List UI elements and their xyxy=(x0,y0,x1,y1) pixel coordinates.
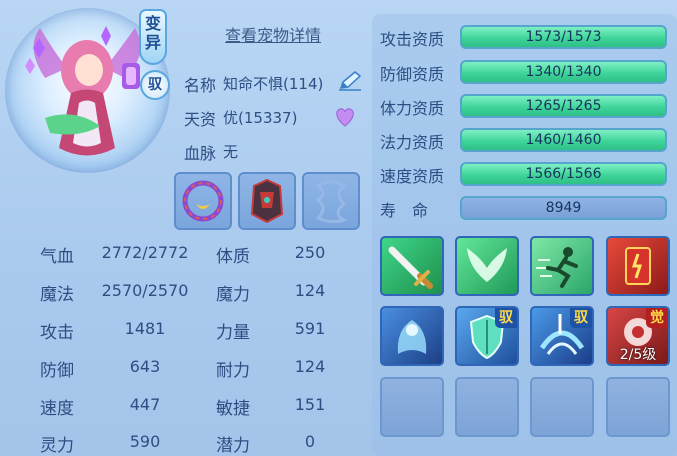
stat-attack-label: 攻击 xyxy=(40,323,74,343)
skill-slot-empty[interactable] xyxy=(530,377,594,437)
view-pet-details-link[interactable]: 查看宠物详情 xyxy=(225,22,321,46)
empty-slot-icon xyxy=(315,180,349,224)
magic-aptitude-label: 法力资质 xyxy=(380,133,445,152)
armor-icon xyxy=(250,178,284,224)
lifespan-label: 寿 命 xyxy=(380,201,429,220)
equip-slot-collar[interactable] xyxy=(174,172,232,230)
stat-strength-label: 力量 xyxy=(216,323,250,343)
defense-aptitude-bar: 1340/1340 xyxy=(460,60,667,84)
heart-icon[interactable] xyxy=(333,106,357,128)
stat-strength-value: 591 xyxy=(294,319,326,338)
skill-slot-empty[interactable] xyxy=(455,377,519,437)
stat-mp-value: 2570/2570 xyxy=(101,281,189,300)
attack-aptitude-label: 攻击资质 xyxy=(380,30,445,49)
stat-mp-label: 魔法 xyxy=(40,285,74,305)
stat-speed-label: 速度 xyxy=(40,399,74,419)
bloodline-value: 无 xyxy=(223,143,239,161)
awaken-tag: 觉 xyxy=(646,308,668,328)
aptitude-value: 优(15337) xyxy=(223,109,298,127)
stat-spirit-label: 灵力 xyxy=(40,436,74,456)
stat-endurance-value: 124 xyxy=(294,357,326,376)
edit-name-icon[interactable] xyxy=(337,70,363,92)
stamina-aptitude-bar: 1265/1265 xyxy=(460,94,667,118)
skill-slot-5[interactable] xyxy=(380,306,444,366)
stat-defense-label: 防御 xyxy=(40,361,74,381)
stat-defense-value: 643 xyxy=(129,357,161,376)
lifespan-bar: 8949 xyxy=(460,196,667,220)
stat-endurance-label: 耐力 xyxy=(216,361,250,381)
stat-magic-value: 124 xyxy=(294,281,326,300)
skill-slot-6[interactable]: 驭 xyxy=(455,306,519,366)
skill-slot-2[interactable] xyxy=(455,236,519,296)
skill-level-label: 2/5级 xyxy=(619,347,657,363)
tame-tag: 驭 xyxy=(570,308,592,328)
skill-slot-empty[interactable] xyxy=(606,377,670,437)
variant-badge: 变异 xyxy=(139,9,167,65)
skill-slot-1[interactable] xyxy=(380,236,444,296)
stat-hp-value: 2772/2772 xyxy=(101,243,189,262)
wings-skill-icon xyxy=(467,248,507,282)
spirit-skill-icon xyxy=(397,320,427,354)
tame-tag: 驭 xyxy=(495,308,517,328)
magic-aptitude-bar: 1460/1460 xyxy=(460,128,667,152)
stat-agility-value: 151 xyxy=(294,395,326,414)
stat-magic-label: 魔力 xyxy=(216,285,250,305)
speed-aptitude-bar: 1566/1566 xyxy=(460,162,667,186)
bloodline-label: 血脉 xyxy=(184,144,217,163)
skill-slot-3[interactable] xyxy=(530,236,594,296)
stat-agility-label: 敏捷 xyxy=(216,399,250,419)
attack-aptitude-bar: 1573/1573 xyxy=(460,25,667,49)
stat-attack-value: 1481 xyxy=(124,319,166,338)
stat-potential-value: 0 xyxy=(304,432,316,451)
stamina-aptitude-label: 体力资质 xyxy=(380,99,445,118)
stat-constitution-value: 250 xyxy=(294,243,326,262)
sword-skill-icon xyxy=(388,246,433,289)
stat-speed-value: 447 xyxy=(129,395,161,414)
skill-slot-empty[interactable] xyxy=(380,377,444,437)
stat-spirit-value: 590 xyxy=(129,432,161,451)
skill-slot-4[interactable] xyxy=(606,236,670,296)
equip-slot-empty[interactable] xyxy=(302,172,360,230)
stat-potential-label: 潜力 xyxy=(216,436,250,456)
skill-slot-7[interactable]: 驭 xyxy=(530,306,594,366)
equip-slot-armor[interactable] xyxy=(238,172,296,230)
aptitude-label: 天资 xyxy=(184,110,217,129)
skill-slot-8[interactable]: 觉 2/5级 xyxy=(606,306,670,366)
stat-hp-label: 气血 xyxy=(40,247,74,267)
scroll-skill-icon xyxy=(625,247,651,285)
stat-constitution-label: 体质 xyxy=(216,247,250,267)
collar-icon xyxy=(182,180,224,222)
dash-skill-icon xyxy=(536,247,578,288)
defense-aptitude-label: 防御资质 xyxy=(380,65,445,84)
pet-name-value: 知命不惧(114) xyxy=(223,75,324,93)
tame-badge: 驭 xyxy=(140,70,170,100)
name-label: 名称 xyxy=(184,76,217,95)
speed-aptitude-label: 速度资质 xyxy=(380,167,445,186)
